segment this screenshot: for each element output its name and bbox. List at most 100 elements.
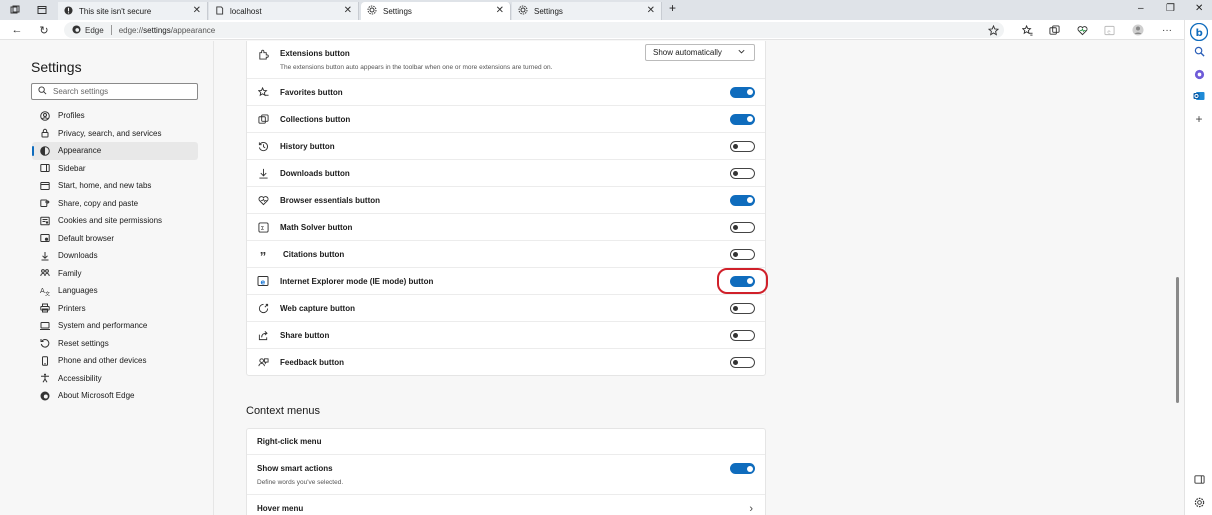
tab-actions-icon[interactable]	[35, 3, 49, 17]
scrollbar-thumb[interactable]	[1176, 277, 1179, 403]
close-window-button[interactable]: ✕	[1195, 3, 1203, 14]
edge-label: Edge	[85, 25, 104, 35]
sidebar-item-label: Appearance	[58, 146, 102, 156]
browser-essentials-icon[interactable]	[1075, 23, 1089, 37]
setting-label: Math Solver button	[280, 222, 353, 232]
tab-localhost[interactable]: localhost ✕	[209, 2, 359, 20]
heart-pulse-icon	[257, 194, 269, 206]
browser-essentials-button-toggle[interactable]	[730, 194, 755, 206]
collections-icon[interactable]	[1047, 23, 1061, 37]
citations-button-toggle[interactable]	[730, 248, 755, 260]
setting-row-smart-actions: Show smart actions Define words you've s…	[247, 455, 765, 495]
ie-mode-icon[interactable]: e	[1102, 23, 1116, 37]
close-tab-icon[interactable]: ✕	[647, 5, 655, 16]
search-icon[interactable]	[1192, 44, 1206, 58]
setting-row-hover-menu[interactable]: Hover menu ›	[247, 495, 765, 515]
search-settings[interactable]	[31, 83, 198, 100]
bing-copilot-icon[interactable]: b	[1190, 23, 1208, 41]
tab-insecure-site[interactable]: This site isn't secure ✕	[58, 2, 208, 20]
restore-button[interactable]: ❐	[1166, 3, 1175, 14]
sidebar-item-system[interactable]: System and performance	[32, 317, 198, 335]
setting-row-math-solver: Σ Math Solver button	[247, 214, 765, 241]
smart-actions-toggle[interactable]	[730, 463, 755, 474]
sidebar-toggle-icon[interactable]	[1192, 472, 1206, 486]
settings-main: Extensions button The extensions button …	[215, 41, 1175, 515]
url-bold: settings	[143, 25, 171, 35]
address-bar[interactable]: Edge edge://settings/appearance	[64, 22, 1004, 38]
sidebar-item-privacy[interactable]: Privacy, search, and services	[32, 125, 198, 143]
minimize-button[interactable]: –	[1138, 3, 1144, 14]
sidebar-item-start-home[interactable]: Start, home, and new tabs	[32, 177, 198, 195]
quote-icon: ”	[259, 248, 267, 264]
sidebar-item-reset[interactable]: Reset settings	[32, 335, 198, 353]
sidebar-item-phone[interactable]: Phone and other devices	[32, 352, 198, 370]
outlook-icon[interactable]	[1192, 89, 1206, 103]
sidebar-item-appearance[interactable]: Appearance	[32, 142, 198, 160]
favorite-star-icon[interactable]	[986, 23, 1000, 37]
history-button-toggle[interactable]	[730, 140, 755, 152]
shopping-icon[interactable]	[1192, 67, 1206, 81]
url-suffix: /appearance	[170, 25, 216, 35]
back-arrow-icon[interactable]: ←	[10, 23, 24, 37]
setting-description: The extensions button auto appears in th…	[280, 64, 553, 71]
close-tab-icon[interactable]: ✕	[344, 5, 352, 16]
sidebar-item-printers[interactable]: Printers	[32, 300, 198, 318]
share-icon	[257, 329, 269, 341]
sidebar-item-share-copy[interactable]: Share, copy and paste	[32, 195, 198, 213]
highlight-annotation	[717, 268, 768, 294]
math-solver-button-toggle[interactable]	[730, 221, 755, 233]
sidebar-item-about[interactable]: About Microsoft Edge	[32, 387, 198, 405]
tab-settings-active[interactable]: Settings ✕	[361, 2, 511, 20]
close-tab-icon[interactable]: ✕	[193, 5, 201, 16]
downloads-button-toggle[interactable]	[730, 167, 755, 179]
collections-button-toggle[interactable]	[730, 113, 755, 125]
system-icon	[39, 320, 51, 332]
refresh-icon[interactable]: ↻	[37, 23, 51, 37]
setting-label: Extensions button	[280, 49, 350, 58]
new-tab-button[interactable]: +	[669, 1, 676, 15]
favorites-icon[interactable]	[1020, 23, 1034, 37]
lock-icon	[39, 127, 51, 139]
context-menus-card: Right-click menu Show smart actions Defi…	[246, 428, 766, 515]
search-input[interactable]	[53, 87, 183, 96]
extensions-visibility-dropdown[interactable]: Show automatically	[645, 44, 755, 61]
ie-mode-icon: e	[257, 275, 269, 287]
workspaces-icon[interactable]	[8, 3, 22, 17]
edge-sidebar: b +	[1184, 20, 1212, 515]
sidebar-item-profiles[interactable]: Profiles	[32, 107, 198, 125]
web-capture-button-toggle[interactable]	[730, 302, 755, 314]
more-options-icon[interactable]: ···	[1160, 23, 1174, 37]
sidebar-item-cookies[interactable]: Cookies and site permissions	[32, 212, 198, 230]
sidebar-item-sidebar[interactable]: Sidebar	[32, 160, 198, 178]
sidebar-item-languages[interactable]: A文 Languages	[32, 282, 198, 300]
setting-label: Citations button	[283, 249, 345, 259]
sidebar-item-label: Privacy, search, and services	[58, 128, 162, 138]
tab-title: Settings	[534, 6, 563, 16]
avatar[interactable]	[1131, 23, 1145, 37]
url-text: edge://settings/appearance	[119, 26, 216, 35]
sidebar-item-label: Reset settings	[58, 338, 109, 348]
gear-icon[interactable]	[1192, 495, 1206, 509]
share-button-toggle[interactable]	[730, 329, 755, 341]
favorites-button-toggle[interactable]	[730, 86, 755, 98]
scrollbar[interactable]	[1174, 41, 1182, 515]
sidebar-item-accessibility[interactable]: Accessibility	[32, 370, 198, 388]
tab-title: This site isn't secure	[79, 6, 152, 16]
search-icon	[38, 86, 47, 97]
add-icon[interactable]: +	[1192, 112, 1206, 126]
feedback-button-toggle[interactable]	[730, 357, 755, 368]
favorites-icon	[257, 86, 269, 98]
svg-text:Σ: Σ	[260, 225, 264, 231]
tab-settings[interactable]: Settings ✕	[512, 2, 662, 20]
extensions-icon	[257, 48, 269, 60]
sidebar-item-default-browser[interactable]: Default browser	[32, 230, 198, 248]
chevron-right-icon: ›	[749, 502, 753, 515]
svg-text:文: 文	[45, 290, 50, 296]
sidebar-item-label: Profiles	[58, 111, 85, 121]
sidebar-item-family[interactable]: Family	[32, 265, 198, 283]
sidebar-item-label: Family	[58, 268, 82, 278]
setting-row-ie-mode: e Internet Explorer mode (IE mode) butto…	[247, 268, 768, 295]
sidebar-item-downloads[interactable]: Downloads	[32, 247, 198, 265]
edge-logo-icon	[39, 390, 51, 402]
close-tab-icon[interactable]: ✕	[496, 5, 504, 16]
